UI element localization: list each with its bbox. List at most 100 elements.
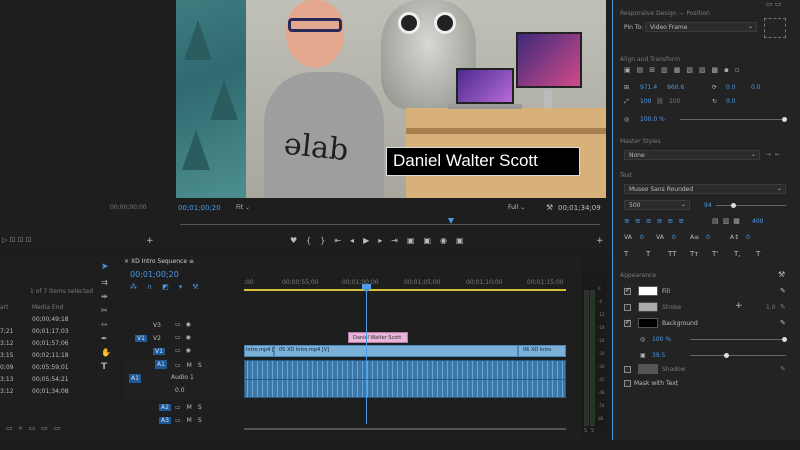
close-icon[interactable]: ×: [124, 258, 129, 265]
project-footer-icons[interactable]: ▭⌕▭▭▭: [6, 424, 66, 433]
track-header-v2[interactable]: V1 V2 ▭◉: [125, 332, 243, 345]
link-icon[interactable]: ⛓: [656, 98, 664, 105]
pin-widget[interactable]: [764, 18, 786, 38]
menu-icon[interactable]: ≡: [189, 258, 194, 265]
list-item-end[interactable]: 00;00;49;18: [32, 316, 69, 323]
style-button[interactable]: T': [712, 250, 718, 258]
timeline-tool-icons[interactable]: ⁂∩◩▾⚒: [130, 283, 209, 291]
tracking-value[interactable]: 0: [640, 234, 644, 241]
meter-solo[interactable]: S: [591, 428, 594, 434]
anchor-y[interactable]: 0.0: [751, 84, 761, 91]
work-area-bar[interactable]: [244, 289, 566, 291]
style-button[interactable]: Tт: [690, 250, 698, 258]
track-header-a2[interactable]: A2 ▭MS: [125, 401, 243, 414]
list-item-end[interactable]: 00;05;59;01: [32, 364, 69, 371]
track-select-icon[interactable]: ⇉: [101, 278, 108, 287]
source-transport-icons[interactable]: ▷ ⊡ ⊡ ⊡: [2, 236, 32, 244]
add-stroke-icon[interactable]: +: [735, 301, 743, 311]
track-toggles[interactable]: ▭◉: [175, 334, 196, 341]
source-patch[interactable]: V1: [135, 335, 147, 342]
rotation-value[interactable]: 0.0: [726, 98, 736, 105]
style-button[interactable]: T: [756, 250, 760, 258]
program-timecode[interactable]: 00;01;00;20: [178, 204, 221, 212]
eyedropper-icon[interactable]: ✎: [780, 303, 786, 311]
list-item-start[interactable]: 3;12: [0, 388, 13, 395]
shadow-swatch[interactable]: [638, 364, 658, 374]
graphic-clip[interactable]: Daniel Walter Scott: [348, 332, 408, 343]
list-item-start[interactable]: 3;15: [0, 352, 13, 359]
timeline-timecode[interactable]: 00;01;00;20: [130, 270, 179, 279]
pen-icon[interactable]: ✒: [101, 334, 108, 343]
track-header-v3[interactable]: V3 ▭◉: [125, 319, 243, 332]
style-button[interactable]: T,: [734, 250, 741, 258]
scale-height[interactable]: 100: [669, 98, 680, 105]
video-clip-left[interactable]: Intro.mp4 [V]: [244, 345, 279, 357]
weight-dropdown[interactable]: 500 ⌄: [624, 200, 690, 210]
opacity-slider[interactable]: [680, 119, 786, 120]
video-clip-mid[interactable]: 05 XD Intro.mp4 [V]: [274, 345, 518, 357]
master-styles-dropdown[interactable]: None ⌄: [624, 150, 760, 160]
razor-icon[interactable]: ✂: [101, 306, 108, 315]
align-buttons[interactable]: ▣▤⊞▥▦▧▨▩▪▫: [624, 66, 746, 74]
position-x[interactable]: 971.4: [640, 84, 657, 91]
hand-icon[interactable]: ✋: [101, 348, 111, 357]
bg-size-value[interactable]: 39.5: [652, 352, 665, 359]
shadow-checkbox[interactable]: [624, 366, 631, 373]
meter-solo[interactable]: S: [584, 428, 587, 434]
style-button[interactable]: T: [646, 250, 650, 258]
wrench-icon[interactable]: ⚒: [778, 270, 785, 279]
lower-third-text[interactable]: Daniel Walter Scott: [393, 151, 538, 171]
opacity-value[interactable]: 100.0 %: [640, 116, 665, 123]
list-item-start[interactable]: 3;13: [0, 376, 13, 383]
slip-icon[interactable]: ⇿: [101, 320, 108, 329]
source-patch[interactable]: A1: [129, 374, 141, 383]
program-add-icon[interactable]: +: [596, 236, 604, 246]
track-header-a3[interactable]: A3 ▭MS: [125, 414, 243, 427]
list-item-start[interactable]: 7;21: [0, 328, 13, 335]
video-clip-right[interactable]: 06 XD Intro: [518, 345, 566, 357]
font-dropdown[interactable]: Museo Sans Rounded ⌄: [624, 184, 786, 194]
type-tool-icon[interactable]: T: [101, 362, 107, 372]
line-spacing-value[interactable]: 0: [706, 234, 710, 241]
list-item-end[interactable]: 00;05;54;21: [32, 376, 69, 383]
quality-select[interactable]: Full ⌄: [508, 204, 525, 211]
vertical-align-buttons[interactable]: ▤▥▦: [712, 217, 744, 225]
eyedropper-icon[interactable]: ✎: [780, 287, 786, 295]
stroke-swatch[interactable]: [638, 302, 658, 312]
pin-to-dropdown[interactable]: Video Frame ⌄: [645, 22, 757, 32]
font-size-slider[interactable]: [716, 205, 786, 206]
position-y[interactable]: 960.6: [667, 84, 684, 91]
wrench-icon[interactable]: ⚒: [546, 203, 553, 212]
stroke-width[interactable]: 1.0: [766, 304, 776, 311]
track-header-v1[interactable]: V1 ▭◉: [125, 345, 243, 358]
bg-size-knob[interactable]: [724, 353, 729, 358]
mute-solo-buttons[interactable]: ▭MS: [175, 362, 208, 369]
timeline-playhead[interactable]: [366, 284, 367, 424]
eyedropper-icon[interactable]: ✎: [780, 319, 786, 327]
kerning-value[interactable]: 0: [672, 234, 676, 241]
mute-solo-buttons[interactable]: ▭MS: [175, 404, 208, 411]
background-swatch[interactable]: [638, 318, 658, 328]
transport-controls[interactable]: ♥{}⇤◂▶▸⇥▣▣◉▣: [290, 236, 473, 245]
style-button[interactable]: T: [624, 250, 628, 258]
list-item-start[interactable]: 0;09: [0, 364, 13, 371]
leading-value[interactable]: 400: [752, 218, 763, 225]
mask-checkbox[interactable]: [624, 380, 631, 387]
sequence-tab[interactable]: × XD Intro Sequence ≡: [124, 258, 194, 265]
track-toggles[interactable]: ▭◉: [175, 321, 196, 328]
list-item-end[interactable]: 00;02;11;18: [32, 352, 69, 359]
style-button[interactable]: TT: [668, 250, 676, 258]
track-toggles[interactable]: ▭◉: [175, 347, 196, 354]
background-checkbox[interactable]: [624, 318, 631, 327]
ripple-edit-icon[interactable]: ⇹: [101, 292, 108, 301]
track-header-a1[interactable]: A1 A1 ▭MS Audio 1 0.0: [125, 358, 243, 400]
master-style-actions[interactable]: ⇥⇤: [766, 151, 784, 158]
bg-opacity-knob[interactable]: [782, 337, 787, 342]
list-item-end[interactable]: 00;01;17;03: [32, 328, 69, 335]
timeline-scrollbar[interactable]: [244, 428, 566, 430]
top-right-icons[interactable]: ▭ ▭: [766, 0, 781, 8]
font-size-value[interactable]: 94: [704, 202, 712, 209]
bg-opacity-value[interactable]: 100 %: [652, 336, 671, 343]
fill-checkbox[interactable]: [624, 286, 631, 295]
list-item-end[interactable]: 00;01;34;08: [32, 388, 69, 395]
